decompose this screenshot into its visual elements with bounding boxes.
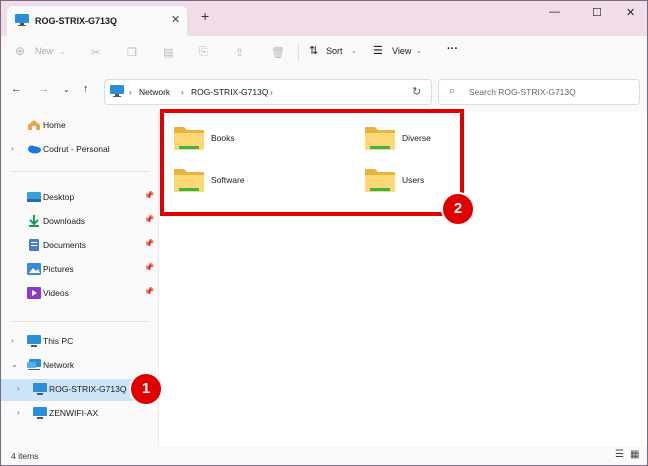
highlight-box	[160, 109, 464, 216]
pin-icon: 📌	[144, 287, 154, 296]
tab-title: ROG-STRIX-G713Q	[35, 16, 118, 26]
computer-icon	[15, 14, 29, 26]
documents-icon	[29, 239, 39, 251]
step-badge-2: 2	[441, 192, 475, 226]
pin-icon: 📌	[144, 215, 154, 224]
search-box[interactable]: ⌕ Search ROG-STRIX-G713Q	[438, 79, 640, 105]
minimize-button[interactable]: —	[549, 6, 560, 18]
sidebar-item-zenwifi[interactable]: › ZENWIFI-AX	[1, 403, 158, 425]
computer-icon	[110, 85, 124, 97]
chevron-right-icon[interactable]: ›	[17, 384, 20, 393]
view-icon: ☰	[373, 45, 383, 57]
delete-icon[interactable]: 🗑	[271, 46, 285, 59]
breadcrumb-rog-strix[interactable]: ROG-STRIX-G713Q	[191, 87, 268, 97]
new-tab-button[interactable]: +	[201, 8, 209, 24]
sidebar-item-documents[interactable]: Documents 📌	[1, 235, 158, 257]
sidebar-item-network[interactable]: ⌄ Network	[1, 355, 158, 377]
status-bar: 4 items ☰ ▦	[1, 446, 647, 465]
sort-button[interactable]: Sort	[326, 46, 343, 56]
sidebar-item-home[interactable]: Home	[1, 115, 158, 137]
videos-icon	[27, 287, 41, 299]
share-icon[interactable]: ⇪	[235, 46, 244, 59]
rename-icon[interactable]: ⎘	[199, 46, 208, 59]
sidebar-item-label: Videos	[43, 288, 69, 298]
network-icon	[27, 359, 41, 370]
pictures-icon	[27, 263, 41, 275]
toolbar-divider	[298, 44, 299, 62]
file-explorer-window: ROG-STRIX-G713Q ✕ + — ☐ ✕ ⊕ New ⌄ ✂ ❐ ▤ …	[0, 0, 648, 466]
sidebar-item-label: Downloads	[43, 216, 86, 226]
breadcrumb-separator-icon: ›	[181, 87, 184, 97]
sidebar-item-label: Documents	[43, 240, 86, 250]
onedrive-cloud-icon	[28, 145, 41, 154]
chevron-down-icon: ⌄	[416, 48, 422, 55]
sidebar-item-label: ZENWIFI-AX	[49, 408, 99, 418]
breadcrumb-network[interactable]: Network	[139, 87, 170, 97]
sidebar-divider	[11, 171, 149, 172]
details-view-icon[interactable]: ☰	[615, 449, 624, 460]
recent-locations-icon[interactable]: ⌄	[63, 85, 70, 94]
breadcrumb-separator-icon: ›	[129, 87, 132, 97]
sidebar-item-label: This PC	[43, 336, 74, 346]
command-bar: ⊕ New ⌄ ✂ ❐ ▤ ⎘ ⇪ 🗑 ⇅ Sort ⌄ ☰ View ⌄ ··…	[1, 36, 647, 70]
sidebar-item-videos[interactable]: Videos 📌	[1, 283, 158, 305]
sidebar-item-pictures[interactable]: Pictures 📌	[1, 259, 158, 281]
search-icon: ⌕	[449, 85, 456, 97]
chevron-down-icon[interactable]: ⌄	[11, 360, 18, 369]
tab-rog-strix[interactable]: ROG-STRIX-G713Q ✕	[7, 6, 187, 36]
breadcrumb-separator-icon: ›	[270, 87, 273, 97]
copy-icon[interactable]: ❐	[127, 46, 137, 59]
more-options-button[interactable]: ···	[447, 43, 458, 55]
address-bar[interactable]: › Network › ROG-STRIX-G713Q › ↻	[104, 79, 432, 105]
sidebar-item-label: Codrut - Personal	[43, 144, 110, 154]
pin-icon: 📌	[144, 191, 154, 200]
computer-icon	[33, 383, 47, 395]
sidebar-item-label: Network	[43, 360, 75, 370]
new-button[interactable]: New	[35, 46, 53, 56]
pin-icon: 📌	[144, 239, 154, 248]
chevron-down-icon: ⌄	[351, 48, 357, 55]
close-tab-icon[interactable]: ✕	[171, 13, 180, 26]
cut-icon[interactable]: ✂	[91, 46, 100, 59]
pc-icon	[27, 335, 41, 347]
maximize-button[interactable]: ☐	[592, 6, 602, 19]
chevron-right-icon[interactable]: ›	[17, 408, 20, 417]
forward-arrow-icon[interactable]: →	[38, 83, 49, 95]
sidebar-item-downloads[interactable]: Downloads 📌	[1, 211, 158, 233]
chevron-right-icon[interactable]: ›	[11, 144, 14, 153]
step-badge-1: 1	[129, 372, 163, 406]
search-input[interactable]: Search ROG-STRIX-G713Q	[469, 87, 576, 97]
sidebar-item-onedrive[interactable]: › Codrut - Personal	[1, 139, 158, 161]
back-arrow-icon[interactable]: ←	[11, 83, 22, 95]
navigation-bar: ← → ⌄ ↑ › Network › ROG-STRIX-G713Q › ↻ …	[1, 70, 647, 113]
sidebar-item-label: Home	[43, 120, 66, 130]
home-icon	[28, 120, 40, 130]
tiles-view-icon[interactable]: ▦	[630, 449, 639, 460]
sidebar-item-this-pc[interactable]: › This PC	[1, 331, 158, 353]
sidebar-item-label: Pictures	[43, 264, 74, 274]
close-window-button[interactable]: ✕	[626, 6, 635, 19]
title-bar: ROG-STRIX-G713Q ✕ + — ☐ ✕	[1, 1, 647, 36]
sidebar-divider	[11, 321, 149, 322]
sidebar-item-label: ROG-STRIX-G713Q	[49, 384, 127, 394]
sidebar-item-desktop[interactable]: Desktop 📌	[1, 187, 158, 209]
pin-icon: 📌	[144, 263, 154, 272]
download-icon	[29, 215, 39, 227]
computer-icon	[33, 407, 47, 419]
new-plus-icon: ⊕	[15, 44, 26, 58]
item-count: 4 items	[11, 451, 39, 461]
up-arrow-icon[interactable]: ↑	[83, 83, 89, 95]
refresh-icon[interactable]: ↻	[412, 85, 421, 98]
chevron-down-icon: ⌄	[59, 47, 66, 56]
desktop-icon	[27, 192, 41, 202]
chevron-right-icon[interactable]: ›	[11, 336, 14, 345]
sidebar-item-label: Desktop	[43, 192, 75, 202]
sort-icon: ⇅	[309, 45, 319, 57]
view-button[interactable]: View	[392, 46, 411, 56]
paste-icon[interactable]: ▤	[163, 46, 173, 59]
